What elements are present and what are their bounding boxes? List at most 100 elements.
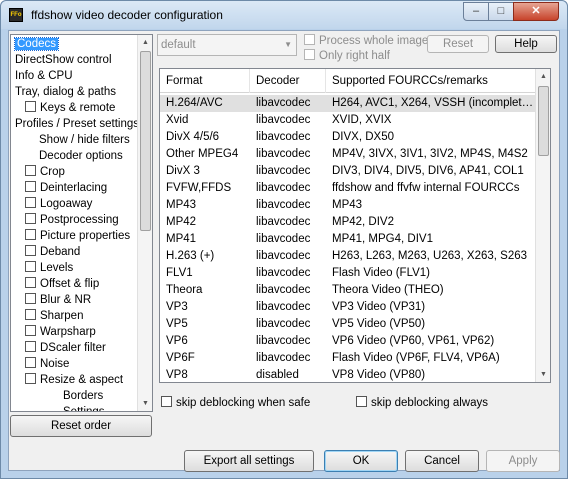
list-cell: VP8 Video (VP80): [332, 369, 426, 381]
list-cell: H264, AVC1, X264, VSSH (incomplete suppo…: [332, 97, 536, 109]
tree-item-label: Keys & remote: [40, 102, 116, 114]
tree-item-checkbox[interactable]: [25, 293, 36, 304]
tree-item[interactable]: Postprocessing: [25, 212, 119, 228]
tree-item[interactable]: Noise: [25, 356, 69, 372]
list-row[interactable]: MP41 libavcodec MP41, MPG4, DIV1: [160, 231, 536, 248]
list-cell: libavcodec: [256, 199, 311, 211]
tree-scrollbar[interactable]: ▲ ▼: [137, 35, 152, 411]
tree-item[interactable]: Borders: [63, 388, 103, 404]
scroll-down-icon[interactable]: ▼: [138, 396, 152, 411]
list-row[interactable]: VP8 disabled VP8 Video (VP80): [160, 367, 536, 382]
scroll-up-icon[interactable]: ▲: [536, 69, 550, 84]
tree-item[interactable]: DirectShow control: [15, 52, 112, 68]
tree-item-checkbox[interactable]: [25, 213, 36, 224]
tree-item[interactable]: Picture properties: [25, 228, 130, 244]
ok-button[interactable]: OK: [324, 450, 398, 472]
list-row[interactable]: FLV1 libavcodec Flash Video (FLV1): [160, 265, 536, 282]
tree-item[interactable]: Offset & flip: [25, 276, 99, 292]
list-cell: MP43: [166, 199, 197, 211]
tree-item-checkbox[interactable]: [25, 165, 36, 176]
tree-item[interactable]: Deband: [25, 244, 80, 260]
tree-item-checkbox[interactable]: [25, 229, 36, 240]
cancel-button[interactable]: Cancel: [405, 450, 479, 472]
settings-tree[interactable]: Settings Borders Resize & aspect Noise DScal…: [10, 34, 153, 412]
list-row[interactable]: H.264/AVC libavcodec H264, AVC1, X264, VSS…: [160, 95, 536, 112]
title-bar[interactable]: FFo ffdshow video decoder configuration …: [1, 1, 567, 29]
tree-item[interactable]: Settings: [63, 404, 105, 411]
list-row[interactable]: VP6F libavcodec Flash Video (VP6F, FLV4, V…: [160, 350, 536, 367]
tree-item[interactable]: Resize & aspect: [25, 372, 123, 388]
export-all-settings-button[interactable]: Export all settings: [184, 450, 314, 472]
column-header[interactable]: Supported FOURCCs/remarks: [326, 69, 536, 93]
list-row[interactable]: VP3 libavcodec VP3 Video (VP31): [160, 299, 536, 316]
tree-item[interactable]: Warpsharp: [25, 324, 96, 340]
tree-item[interactable]: Tray, dialog & paths: [15, 84, 116, 100]
close-button[interactable]: ✕: [513, 2, 559, 21]
list-cell: MP43: [332, 199, 363, 211]
list-row[interactable]: DivX 3 libavcodec DIV3, DIV4, DIV5, DIV6, …: [160, 163, 536, 180]
tree-item-checkbox[interactable]: [25, 101, 36, 112]
list-row[interactable]: Xvid libavcodec XVID, XVIX: [160, 112, 536, 129]
list-row[interactable]: FVFW,FFDS libavcodec ffdshow and ffvfw int…: [160, 180, 536, 197]
tree-item[interactable]: Keys & remote: [25, 100, 115, 116]
list-row[interactable]: Theora libavcodec Theora Video (THEO): [160, 282, 536, 299]
tree-item-checkbox[interactable]: [25, 277, 36, 288]
maximize-button[interactable]: □: [488, 2, 514, 21]
tree-item-label: Crop: [40, 166, 65, 178]
skip-deblocking-safe-checkbox[interactable]: skip deblocking when safe: [161, 395, 310, 411]
tree-item[interactable]: Info & CPU: [15, 68, 73, 84]
tree-item-checkbox[interactable]: [25, 245, 36, 256]
tree-item[interactable]: DScaler filter: [25, 340, 106, 356]
list-row[interactable]: MP43 libavcodec MP43: [160, 197, 536, 214]
tree-item[interactable]: Levels: [25, 260, 73, 276]
tree-item[interactable]: Show / hide filters: [39, 132, 130, 148]
tree-item[interactable]: Codecs: [14, 36, 59, 52]
process-whole-image-checkbox[interactable]: Process whole image: [304, 33, 428, 49]
preset-select[interactable]: default ▼: [157, 34, 297, 56]
only-right-half-checkbox[interactable]: Only right half: [304, 48, 390, 64]
list-row[interactable]: VP5 libavcodec VP5 Video (VP50): [160, 316, 536, 333]
scroll-thumb[interactable]: [538, 86, 549, 156]
apply-button[interactable]: Apply: [486, 450, 560, 472]
tree-item[interactable]: Deinterlacing: [25, 180, 107, 196]
list-cell: Flash Video (FLV1): [332, 267, 431, 279]
list-row[interactable]: DivX 4/5/6 libavcodec DIVX, DX50: [160, 129, 536, 146]
list-cell: libavcodec: [256, 233, 311, 245]
tree-item[interactable]: Logoaway: [25, 196, 92, 212]
list-row[interactable]: MP42 libavcodec MP42, DIV2: [160, 214, 536, 231]
column-header[interactable]: Format: [160, 69, 250, 93]
list-cell: H.264/AVC: [166, 97, 223, 109]
list-cell: libavcodec: [256, 97, 311, 109]
scroll-down-icon[interactable]: ▼: [536, 367, 550, 382]
list-cell: H.263 (+): [166, 250, 215, 262]
column-header[interactable]: Decoder: [250, 69, 326, 93]
reset-order-button[interactable]: Reset order: [10, 415, 152, 437]
list-row[interactable]: H.263 (+) libavcodec H263, L263, M263, U26…: [160, 248, 536, 265]
tree-item[interactable]: Profiles / Preset settings: [15, 116, 139, 132]
reset-button[interactable]: Reset: [427, 35, 489, 53]
help-button[interactable]: Help: [495, 35, 557, 53]
tree-item[interactable]: Decoder options: [39, 148, 123, 164]
list-cell: libavcodec: [256, 114, 311, 126]
list-cell: libavcodec: [256, 318, 311, 330]
minimize-button[interactable]: –: [463, 2, 489, 21]
tree-item[interactable]: Blur & NR: [25, 292, 91, 308]
tree-item-checkbox[interactable]: [25, 309, 36, 320]
list-row[interactable]: VP6 libavcodec VP6 Video (VP60, VP61, VP62…: [160, 333, 536, 350]
list-row[interactable]: Other MPEG4 libavcodec MP4V, 3IVX, 3IV1, 3…: [160, 146, 536, 163]
tree-item-checkbox[interactable]: [25, 181, 36, 192]
tree-item-checkbox[interactable]: [25, 325, 36, 336]
tree-item-checkbox[interactable]: [25, 261, 36, 272]
scroll-up-icon[interactable]: ▲: [138, 35, 152, 50]
tree-item[interactable]: Crop: [25, 164, 65, 180]
tree-item-checkbox[interactable]: [25, 357, 36, 368]
skip-deblocking-always-checkbox[interactable]: skip deblocking always: [356, 395, 488, 411]
list-scrollbar[interactable]: ▲ ▼: [535, 69, 550, 382]
tree-item[interactable]: Sharpen: [25, 308, 83, 324]
list-cell: VP5 Video (VP50): [332, 318, 426, 330]
tree-item-checkbox[interactable]: [25, 197, 36, 208]
codecs-list[interactable]: Format Decoder Supported FOURCCs/remarks ▲…: [159, 68, 551, 383]
scroll-thumb[interactable]: [140, 51, 151, 231]
tree-item-checkbox[interactable]: [25, 341, 36, 352]
tree-item-checkbox[interactable]: [25, 373, 36, 384]
